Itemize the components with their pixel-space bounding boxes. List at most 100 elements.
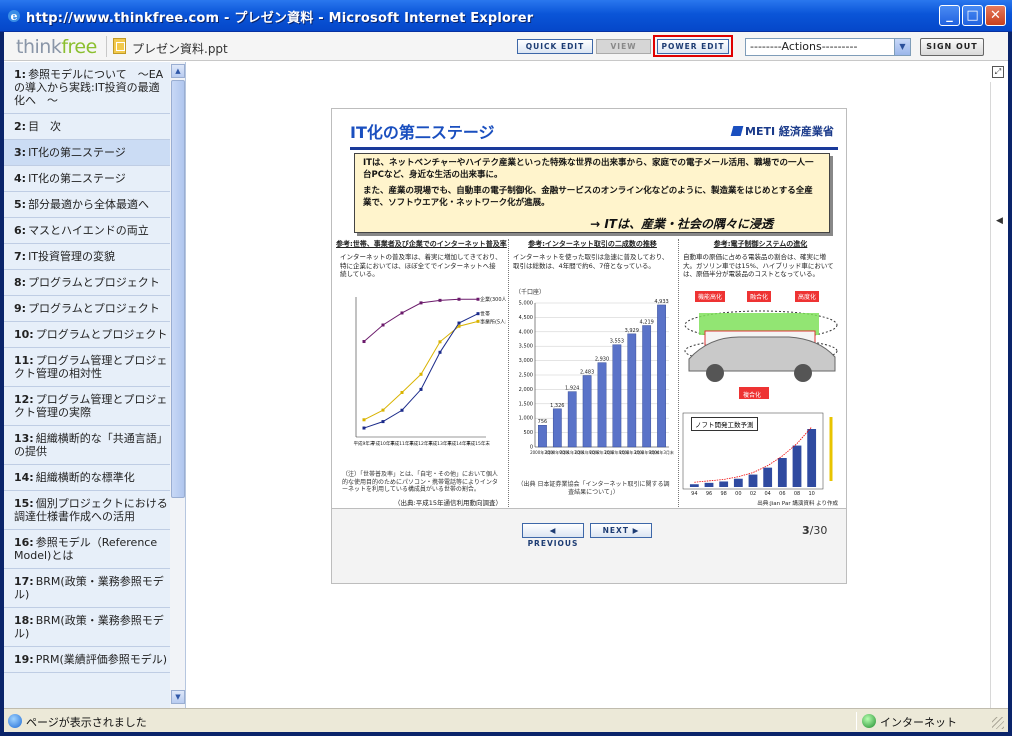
y-tick-label: 3,500 (519, 344, 533, 350)
data-point (362, 340, 366, 344)
slide-number: 9: (14, 302, 27, 315)
data-label: 1,924 (565, 386, 579, 392)
data-label: 1,326 (550, 403, 564, 409)
slide-list-item[interactable]: 11: プログラム管理とプロジェクト管理の相対性 (4, 348, 170, 387)
scroll-down-icon[interactable]: ▼ (171, 690, 185, 704)
y-tick-label: 4,500 (519, 315, 533, 321)
y-tick-label: 1,000 (519, 416, 533, 422)
slide-number: 5: (14, 198, 27, 211)
data-point (419, 301, 423, 305)
slide-label: プログラム管理とプロジェクト管理の実際 (14, 393, 168, 419)
view-button[interactable]: VIEW (596, 39, 651, 54)
bar (733, 478, 743, 487)
slide-label: PRM(業績評価参照モデル) (35, 653, 168, 666)
browser-content: thinkfree プレゼン資料.ppt QUICK EDIT VIEW POW… (4, 32, 1008, 708)
power-edit-button[interactable]: POWER EDIT (657, 39, 729, 54)
bar (597, 362, 607, 448)
y-tick-label: 2,500 (519, 373, 533, 379)
next-button[interactable]: NEXT ▶ (590, 523, 652, 538)
panel-internet-trading: 参考:インターネット取引の二成数の推移 インターネットを使った取引は急速に普及し… (508, 239, 676, 507)
slide-label: プログラムとプロジェクト (35, 328, 168, 341)
quick-edit-button[interactable]: QUICK EDIT (517, 39, 593, 54)
title-bar[interactable]: e http://www.thinkfree.com - プレゼン資料 - Mi… (0, 0, 1012, 32)
title-rule (350, 147, 838, 150)
slide-list-item[interactable]: 7: IT投資管理の変貌 (4, 244, 170, 270)
slide-label: 参照モデル（Reference Model)とは (14, 536, 158, 562)
slide-list-item[interactable]: 1: 参照モデルについて ～EAの導入から実践:IT投資の最適化へ ～ (4, 62, 170, 114)
sign-out-button[interactable]: SIGN OUT (920, 38, 984, 56)
bar (627, 333, 637, 448)
bar (642, 325, 652, 448)
maximize-button[interactable]: □ (962, 5, 983, 26)
panel-body: インターネットを使った取引は急速に普及しており、取引は総数は、4年間で約6、7倍… (513, 253, 669, 270)
slide-list-item[interactable]: 17: BRM(政策・業務参照モデル) (4, 569, 170, 608)
resize-grip[interactable] (992, 717, 1004, 729)
slide-list: 1: 参照モデルについて ～EAの導入から実践:IT投資の最適化へ ～ 2: 目 次3… (4, 62, 170, 673)
browser-window: e http://www.thinkfree.com - プレゼン資料 - Mi… (0, 0, 1012, 736)
slide-list-item[interactable]: 9: プログラムとプロジェクト (4, 296, 170, 322)
bar (763, 467, 773, 487)
slide-list-item[interactable]: 19: PRM(業績評価参照モデル) (4, 647, 170, 673)
slide-list-item[interactable]: 18: BRM(政策・業務参照モデル) (4, 608, 170, 647)
slide-list-item[interactable]: 16: 参照モデル（Reference Model)とは (4, 530, 170, 569)
bar (552, 408, 562, 448)
thinkfree-logo[interactable]: thinkfree (16, 36, 97, 58)
x-tick-label: 96 (706, 491, 712, 497)
bar (657, 304, 666, 448)
fullscreen-icon[interactable]: ⤢ (992, 66, 1004, 78)
chevron-down-icon[interactable]: ▼ (894, 39, 910, 55)
slide-list-item[interactable]: 10: プログラムとプロジェクト (4, 322, 170, 348)
data-point (438, 298, 442, 302)
close-button[interactable]: ✕ (985, 5, 1006, 26)
slide-list-item[interactable]: 4: IT化の第二ステージ (4, 166, 170, 192)
slide-label: 個別プロジェクトにおける調達仕様書作成への活用 (14, 497, 168, 523)
series-label: 事業所(5人以上) (480, 318, 506, 325)
slide-label: 組織横断的な「共通言語」の提供 (14, 432, 168, 458)
meti-text: METI 経済産業省 (745, 125, 834, 138)
x-tick-label: 00 (735, 491, 741, 497)
x-tick-label: 2004年3月末 (649, 449, 674, 455)
slide-number: 8: (14, 276, 27, 289)
slide-list-item[interactable]: 12: プログラム管理とプロジェクト管理の実際 (4, 387, 170, 426)
toolbar-divider (106, 36, 107, 57)
bar (538, 425, 547, 448)
slide-list-item[interactable]: 2: 目 次 (4, 114, 170, 140)
right-panel-toggle[interactable]: ◀ (990, 82, 1008, 708)
previous-button[interactable]: ◀ PREVIOUS (522, 523, 584, 548)
slide-label: IT化の第二ステージ (28, 146, 126, 159)
actions-dropdown[interactable]: --------Actions--------- ▼ (745, 38, 911, 56)
y-tick-label: 500 (523, 430, 533, 436)
data-point (400, 390, 404, 394)
scroll-up-icon[interactable]: ▲ (171, 64, 185, 78)
data-point (419, 387, 423, 391)
slide-list-item[interactable]: 5: 部分最適から全体最適へ (4, 192, 170, 218)
x-tick-label: 06 (779, 491, 785, 497)
series-label: 企業(300人以上) (480, 296, 506, 303)
page-indicator: 3/30 (802, 524, 827, 537)
collapse-left-icon[interactable]: ◀ (996, 216, 1003, 226)
slide-list-item[interactable]: 13: 組織横断的な「共通言語」の提供 (4, 426, 170, 465)
sidebar-scrollbar[interactable]: ▲ ▼ (170, 62, 185, 708)
software-effort-bar-chart: 94 96 98 00 02 04 06 08 10 (682, 412, 833, 497)
data-label: 2,483 (580, 369, 594, 375)
actions-selected: --------Actions--------- (750, 40, 858, 53)
penetration-line-chart: 企業(300人以上)事業所(5人以上)世帯平成9年末平成10年末平成11年末平成… (354, 296, 506, 447)
slide-number: 3: (14, 146, 27, 159)
minimize-button[interactable]: _ (939, 5, 960, 26)
document-name: プレゼン資料.ppt (132, 42, 228, 56)
scrollbar-thumb[interactable] (171, 80, 185, 498)
slide-list-item[interactable]: 15: 個別プロジェクトにおける調達仕様書作成への活用 (4, 491, 170, 530)
slide-list-item[interactable]: 8: プログラムとプロジェクト (4, 270, 170, 296)
callout-box: ITは、ネットベンチャーやハイテク産業といった特殊な世界の出来事から、家庭での電… (354, 153, 830, 233)
panel-body: 自動車の原価に占める電装品の割合は、確実に増大。ガソリン車では15%、ハイブリッ… (683, 253, 834, 278)
logo-think: think (16, 36, 62, 58)
slide-label: 部分最適から全体最適へ (28, 198, 150, 211)
bar (807, 429, 817, 487)
panel-body: インターネットの普及率は、着実に増加してきており、特に企業においては、ほぼ全てで… (340, 253, 502, 278)
panel-heading: 参考:世帯、事業者及び企業でのインターネット普及率 (336, 240, 507, 248)
slide-list-item[interactable]: 14: 組織横断的な標準化 (4, 465, 170, 491)
slide-list-item[interactable]: 3: IT化の第二ステージ (4, 140, 170, 166)
slide-list-item[interactable]: 6: マスとハイエンドの両立 (4, 218, 170, 244)
panel-internet-penetration: 参考:世帯、事業者及び企業でのインターネット普及率 インターネットの普及率は、着… (336, 239, 507, 507)
x-tick-label: 04 (764, 491, 770, 497)
